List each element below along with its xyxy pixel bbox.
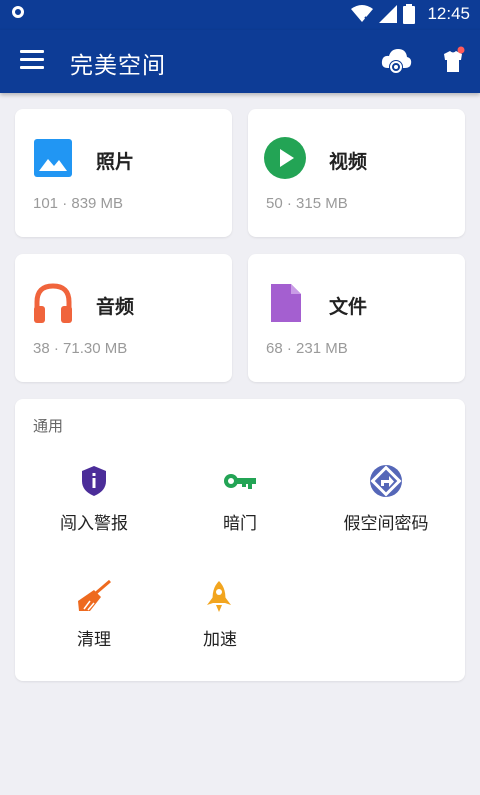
broom-icon [78, 579, 111, 611]
status-icons: 12:45 [351, 4, 470, 24]
category-meta: 68 · 231 MB [266, 340, 348, 357]
tool-clean[interactable]: 清理 [19, 579, 169, 650]
category-card-videos[interactable]: 视频 50 · 315 MB [248, 109, 465, 237]
key-icon [224, 474, 256, 489]
theme-shirt-icon[interactable] [440, 46, 466, 74]
category-title: 视频 [329, 151, 368, 173]
tool-boost[interactable]: 加速 [165, 579, 315, 650]
image-icon [34, 139, 72, 177]
shield-alert-icon [82, 466, 106, 496]
play-icon [264, 137, 306, 179]
category-meta: 101 · 839 MB [33, 195, 124, 212]
rocket-icon [207, 581, 231, 612]
notification-ring-icon [12, 6, 24, 18]
document-icon [271, 284, 301, 322]
category-title: 文件 [329, 296, 368, 318]
category-card-files[interactable]: 文件 68 · 231 MB [248, 254, 465, 382]
tool-label: 假空间密码 [343, 514, 429, 534]
app-title: 完美空间 [70, 53, 166, 79]
tool-fake-space-password[interactable]: 假空间密码 [311, 463, 461, 534]
directions-icon [370, 465, 402, 497]
status-bar: 12:45 [0, 0, 480, 30]
category-title: 照片 [96, 151, 135, 173]
tool-label: 清理 [77, 630, 111, 650]
headphones-icon [34, 283, 72, 323]
tool-trapdoor[interactable]: 暗门 [165, 463, 315, 534]
category-title: 音频 [96, 296, 135, 318]
general-section: 通用 闯入警报 暗门 假空间密码 清理 加速 [15, 399, 465, 681]
category-meta: 38 · 71.30 MB [33, 340, 128, 357]
app-bar: 完美空间 [0, 30, 480, 93]
category-card-photos[interactable]: 照片 101 · 839 MB [15, 109, 232, 237]
category-meta: 50 · 315 MB [266, 195, 348, 212]
tool-break-in-alert[interactable]: 闯入警报 [19, 463, 169, 534]
section-header: 通用 [33, 417, 64, 435]
signal-icon [379, 5, 398, 23]
battery-icon [403, 4, 416, 24]
category-card-audio[interactable]: 音频 38 · 71.30 MB [15, 254, 232, 382]
tool-label: 暗门 [223, 514, 257, 534]
cloud-sync-icon[interactable] [380, 46, 412, 76]
tool-label: 闯入警报 [60, 514, 128, 534]
status-time: 12:45 [427, 4, 470, 23]
menu-icon[interactable] [20, 50, 44, 72]
wifi-icon [351, 5, 374, 23]
tool-label: 加速 [203, 630, 237, 650]
